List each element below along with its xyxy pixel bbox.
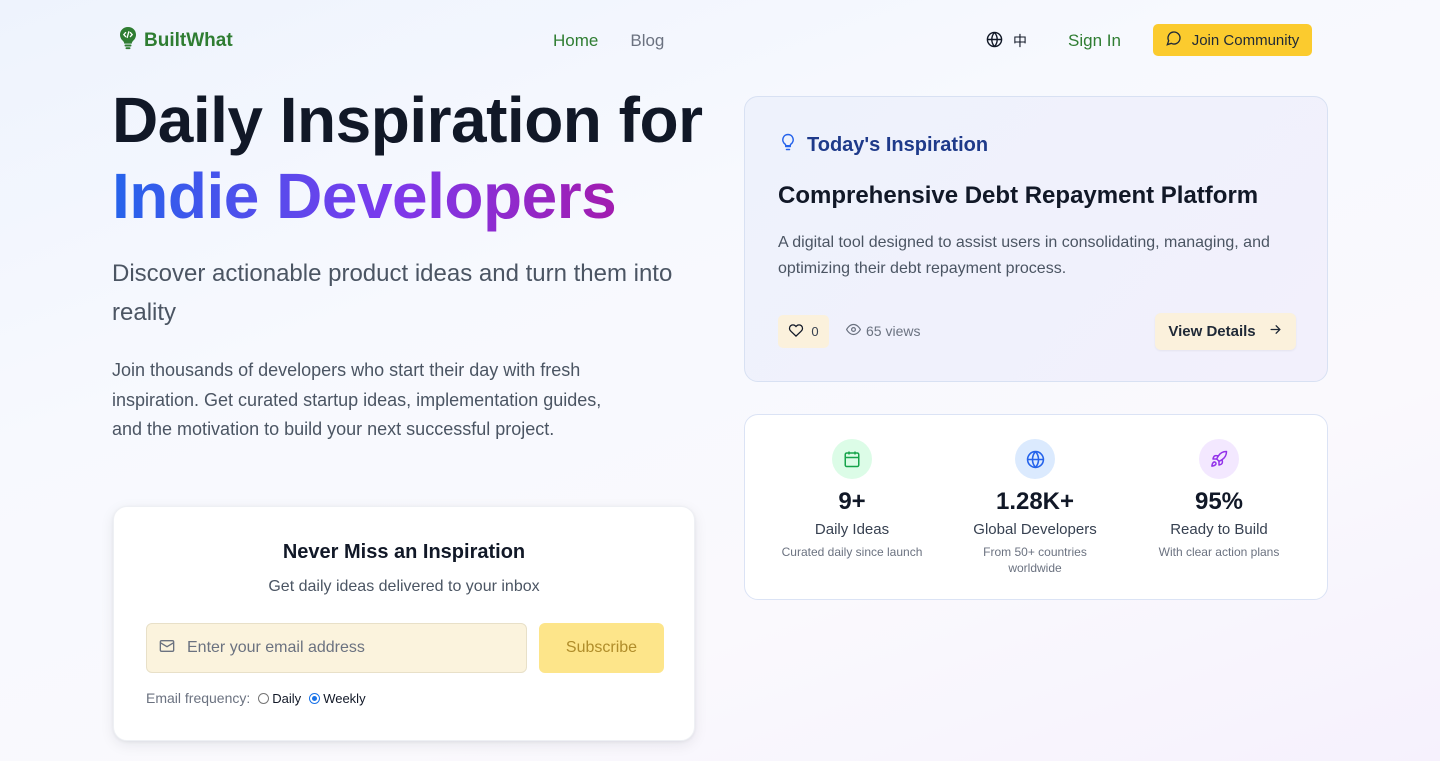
weekly-radio[interactable] [309, 692, 321, 704]
hero-title: Daily Inspiration for Indie Developers [112, 82, 703, 234]
like-count: 0 [811, 324, 819, 339]
logo-text: BuiltWhat [144, 29, 233, 51]
hero-subtitle: Discover actionable product ideas and tu… [112, 260, 673, 326]
daily-label: Daily [272, 690, 302, 706]
stat-label: Daily Ideas [814, 521, 890, 538]
lightbulb-code-icon [118, 26, 138, 55]
stat-global-developers: 1.28K+ Global Developers From 50+ countr… [950, 439, 1120, 576]
hero-title-line2: Indie Developers [112, 160, 617, 232]
stats-card: 9+ Daily Ideas Curated daily since launc… [744, 414, 1328, 600]
calendar-icon [832, 439, 872, 479]
newsletter-title: Never Miss an Inspiration [282, 541, 526, 563]
frequency-label: Email frequency: [146, 690, 251, 706]
newsletter-subtitle: Get daily ideas delivered to your inbox [268, 578, 540, 595]
email-field[interactable] [146, 623, 527, 673]
idea-description: A digital tool designed to assist users … [778, 234, 1270, 277]
stat-daily-ideas: 9+ Daily Ideas Curated daily since launc… [767, 439, 937, 560]
stat-note: Curated daily since launch [781, 545, 923, 559]
arrow-right-icon [1268, 322, 1283, 341]
join-community-label: Join Community [1191, 31, 1300, 49]
lightbulb-icon [779, 132, 797, 158]
hero-title-line1: Daily Inspiration for [112, 84, 703, 156]
weekly-label: Weekly [323, 690, 366, 706]
email-input[interactable] [187, 639, 507, 657]
view-count: 65 views [845, 322, 921, 340]
view-details-label: View Details [1168, 323, 1256, 340]
rocket-icon [1199, 439, 1239, 479]
stat-value: 9+ [838, 488, 866, 515]
like-button[interactable]: 0 [778, 315, 829, 348]
frequency-option-daily[interactable]: Daily [258, 691, 301, 706]
stat-value: 95% [1194, 488, 1244, 515]
sign-in-link[interactable]: Sign In [1068, 31, 1121, 51]
inspiration-card: Today's Inspiration Comprehensive Debt R… [744, 96, 1328, 382]
hero-description: Join thousands of developers who start t… [112, 360, 602, 439]
stat-note: From 50+ countries worldwide [983, 545, 1087, 575]
main-nav: Home Blog [553, 31, 664, 51]
mail-icon [159, 638, 175, 659]
language-switcher[interactable]: 中 [986, 31, 1027, 51]
view-details-button[interactable]: View Details [1155, 313, 1296, 350]
inspiration-heading: Today's Inspiration [779, 132, 988, 158]
frequency-option-weekly[interactable]: Weekly [309, 690, 366, 706]
message-circle-icon [1165, 30, 1182, 50]
language-label: 中 [1013, 33, 1027, 49]
nav-home-link[interactable]: Home [553, 31, 598, 51]
newsletter-card: Never Miss an Inspiration Get daily idea… [113, 506, 695, 741]
email-frequency: Email frequency: Daily Weekly [146, 690, 366, 706]
globe-icon [986, 31, 1003, 51]
nav-blog-link[interactable]: Blog [630, 31, 664, 51]
eye-icon [845, 322, 862, 340]
views-label: 65 views [866, 323, 921, 339]
logo[interactable]: BuiltWhat [118, 26, 233, 55]
stat-note: With clear action plans [1158, 545, 1280, 559]
join-community-button[interactable]: Join Community [1153, 24, 1312, 56]
stat-label: Ready to Build [1170, 521, 1268, 538]
inspiration-heading-text: Today's Inspiration [807, 133, 989, 156]
stat-label: Global Developers [973, 521, 1097, 538]
globe-icon [1015, 439, 1055, 479]
heart-icon [788, 323, 804, 341]
stat-ready-to-build: 95% Ready to Build With clear action pla… [1134, 439, 1304, 560]
daily-radio[interactable] [258, 692, 270, 704]
subscribe-button[interactable]: Subscribe [539, 623, 664, 673]
stat-value: 1.28K+ [995, 488, 1075, 515]
idea-title: Comprehensive Debt Repayment Platform [778, 182, 1259, 209]
